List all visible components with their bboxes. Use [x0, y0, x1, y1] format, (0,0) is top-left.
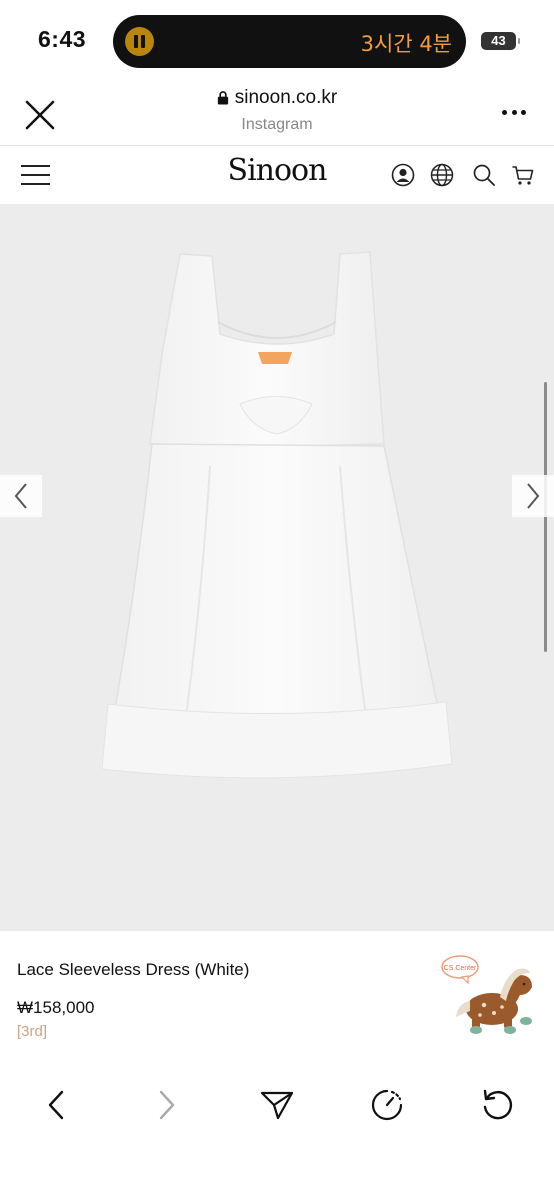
status-time: 6:43 [38, 26, 87, 52]
product-name[interactable]: Lace Sleeveless Dress (White) [17, 960, 249, 980]
reload-button[interactable] [477, 1085, 517, 1125]
gauge-icon [371, 1089, 403, 1121]
status-bar: 6:43 3시간 4분 43 [0, 0, 554, 82]
url-line: sinoon.co.kr [217, 87, 337, 109]
horse-mascot-icon: CS Center [441, 955, 532, 1034]
pause-icon[interactable] [125, 27, 154, 56]
more-icon [502, 110, 507, 115]
speed-button[interactable] [367, 1085, 407, 1125]
in-app-browser-bar: sinoon.co.kr Instagram [0, 82, 554, 146]
product-tag: [3rd] [17, 1023, 48, 1040]
product-image[interactable] [0, 204, 554, 931]
site-logo[interactable]: Sinoon [0, 153, 554, 188]
next-image-button[interactable] [512, 475, 554, 517]
dynamic-island[interactable]: 3시간 4분 [113, 15, 466, 68]
chevron-right-icon [527, 483, 540, 509]
url-text: sinoon.co.kr [234, 87, 338, 108]
account-icon[interactable] [391, 163, 415, 187]
prev-image-button[interactable] [0, 475, 42, 517]
scroll-indicator[interactable] [544, 382, 547, 652]
share-button[interactable] [257, 1085, 297, 1125]
search-icon[interactable] [472, 163, 496, 187]
island-timer: 3시간 4분 [360, 32, 452, 56]
cs-center-label: CS Center [444, 965, 477, 972]
globe-icon[interactable] [430, 163, 454, 187]
site-header: Sinoon [0, 147, 554, 204]
browser-toolbar [0, 1062, 554, 1200]
dress-image [101, 251, 453, 779]
browser-source: Instagram [241, 116, 313, 133]
product-price: ₩158,000 [17, 998, 95, 1017]
forward-button[interactable] [147, 1085, 187, 1125]
battery-indicator: 43 [481, 32, 520, 50]
url-area[interactable]: sinoon.co.kr Instagram [0, 87, 554, 134]
back-icon [48, 1090, 64, 1120]
forward-icon [159, 1090, 175, 1120]
more-button[interactable] [502, 110, 526, 118]
share-icon [260, 1091, 294, 1120]
cart-icon[interactable] [511, 163, 535, 187]
product-info: Lace Sleeveless Dress (White) ₩158,000 [… [0, 931, 554, 1061]
lock-icon [217, 91, 228, 105]
back-button[interactable] [36, 1085, 76, 1125]
chevron-left-icon [14, 483, 27, 509]
cs-center-button[interactable]: CS Center [440, 951, 540, 1039]
reload-icon [483, 1089, 512, 1120]
